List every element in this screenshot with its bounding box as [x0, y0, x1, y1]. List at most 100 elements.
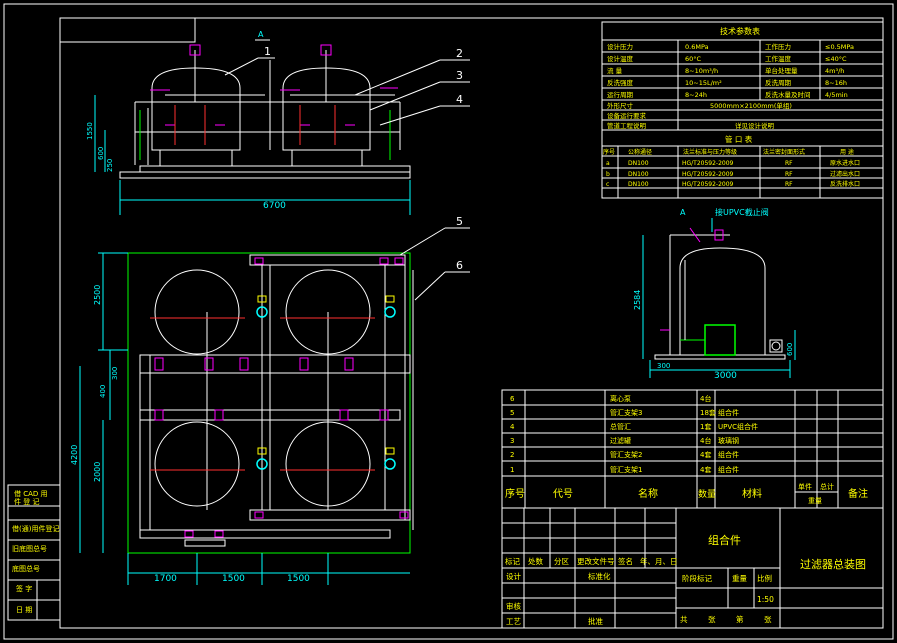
parts-header-name: 名称	[638, 487, 658, 500]
nozzle-header-3: 法兰标准与压力等级	[683, 148, 737, 156]
parts-row-3-no: 3	[510, 437, 514, 445]
front-callouts: 1 2 3 4	[224, 45, 470, 126]
callout-1: 1	[264, 45, 271, 58]
tech-row-8-col-3: 详见设计说明	[735, 121, 775, 130]
tech-row-1-col-4: ≤0.5MPa	[825, 43, 854, 51]
cad-drawing-canvas: 借 CAD 用 件 登 记 借(通)用件登记 旧底图总号 底图总号 签 字 日 …	[3, 3, 894, 640]
tb-weight: 重量	[732, 574, 747, 583]
left-strip-row-4: 签 字	[16, 584, 32, 593]
parts-row-5-qty: 18套	[700, 408, 716, 417]
plan-h5-dim: 2000	[93, 462, 102, 482]
tech-parameter-table: 技术参数表 设计压力 0.6MPa 工作压力 ≤0.5MPa 设计温度 60°C…	[601, 21, 884, 199]
parts-header-total: 总计	[820, 482, 834, 491]
nozzle-row-3-col-3: HG/T20592-2009	[682, 181, 734, 188]
parts-list-table: 6 离心泵 4台 5 管汇支架3 18套 组合件 4 总管汇 1套 UPVC组合…	[501, 389, 884, 509]
nozzle-row-2-col-2: DN100	[628, 171, 649, 178]
front-h3-dim: 250	[106, 159, 114, 172]
title-block-part-name: 组合件	[708, 533, 741, 547]
tb-label-date: 年、月、日	[640, 556, 678, 566]
tech-row-6-col-1: 外形尺寸	[607, 101, 634, 110]
tb-label-signature: 签名	[618, 556, 633, 566]
callout-3: 3	[456, 69, 463, 82]
tb-label-count: 处数	[528, 556, 543, 566]
left-strip-row-2: 旧底图总号	[12, 544, 47, 553]
tech-row-3-col-3: 单台处理量	[765, 66, 798, 75]
parts-row-4-qty: 1套	[700, 422, 711, 431]
section-mark-a-side: A	[680, 208, 686, 217]
nozzle-row-2-col-1: b	[606, 171, 610, 178]
plan-h3-dim: 300	[111, 367, 119, 380]
tech-row-2-col-2: 60°C	[685, 55, 702, 63]
left-strip: 借 CAD 用 件 登 记 借(通)用件登记 旧底图总号 底图总号 签 字 日 …	[7, 484, 61, 621]
parts-row-6-no: 6	[510, 395, 515, 403]
nozzle-row-3-col-1: c	[606, 181, 609, 188]
parts-header-material: 材料	[742, 487, 762, 500]
tech-row-4-col-4: 8~16h	[825, 79, 847, 87]
plan-h1-dim: 2500	[93, 285, 102, 305]
parts-header-no: 序号	[505, 487, 525, 500]
tech-row-4-col-2: 10~15L/m²	[685, 79, 722, 87]
parts-row-6-name: 离心泵	[610, 394, 631, 403]
nozzle-header-2: 公称通径	[628, 148, 652, 156]
nozzle-row-1-col-4: RF	[785, 160, 793, 167]
plan-w2-dim: 1500	[222, 574, 245, 584]
parts-row-4-name: 总管汇	[610, 422, 631, 431]
tb-approve: 批准	[588, 616, 603, 626]
tb-sheet-label: 张	[708, 615, 716, 624]
tb-process: 工艺	[506, 617, 521, 626]
tb-scale-value: 1:50	[757, 595, 774, 604]
tech-row-4-col-1: 反洗强度	[607, 78, 634, 87]
tech-row-1-col-3: 工作压力	[765, 42, 791, 51]
parts-row-5-no: 5	[510, 409, 514, 417]
parts-row-4-mat: UPVC组合件	[718, 422, 758, 431]
tb-label-change-doc: 更改文件号	[577, 556, 615, 566]
tb-design: 设计	[506, 571, 521, 581]
front-elevation-view: 6700 1550 600 250 A	[86, 30, 411, 215]
tech-row-2-col-4: ≤40°C	[825, 55, 847, 63]
tech-row-3-col-1: 流 量	[607, 66, 623, 75]
nozzle-row-2-col-3: HG/T20592-2009	[682, 171, 734, 178]
front-width-dim: 6700	[263, 201, 286, 211]
callout-6: 6	[456, 259, 463, 272]
tech-row-5-col-1: 运行周期	[607, 90, 634, 99]
title-block: 组合件 过滤器总装图 标记 处数 分区 更改文件号 签名 年、月、日 设计 标准…	[501, 507, 884, 629]
tech-row-5-col-3: 反洗水量及时间	[765, 90, 811, 99]
tech-row-4-col-3: 反洗周期	[765, 78, 792, 87]
callout-2: 2	[456, 47, 463, 60]
nozzle-table-title: 管 口 表	[725, 134, 753, 144]
tech-row-8-col-1: 管道工程说明	[607, 121, 647, 130]
tb-stage-mark: 阶段标记	[682, 573, 712, 583]
side-h2-dim: 300	[657, 362, 670, 370]
parts-row-2-no: 2	[510, 451, 514, 459]
parts-row-3-mat: 玻璃钢	[718, 436, 739, 445]
tech-row-2-col-1: 设计温度	[607, 54, 634, 63]
parts-row-6-qty: 4台	[700, 394, 711, 403]
plan-w3-dim: 1500	[287, 574, 310, 584]
tech-row-3-col-2: 8~10m³/h	[685, 67, 718, 75]
tech-row-5-col-2: 8~24h	[685, 91, 707, 99]
tech-row-1-col-2: 0.6MPa	[685, 43, 709, 51]
nozzle-row-3-col-2: DN100	[628, 181, 649, 188]
tb-label-mark: 标记	[505, 556, 520, 566]
parts-row-3-name: 过滤罐	[610, 436, 631, 445]
parts-header-code: 代号	[553, 488, 573, 500]
left-strip-row-5: 日 期	[16, 606, 32, 614]
tech-row-3-col-4: 4m³/h	[825, 67, 844, 75]
top-left-code-box	[59, 17, 196, 43]
tech-row-2-col-3: 工作温度	[765, 54, 792, 63]
side-width-dim: 3000	[714, 371, 737, 381]
nozzle-row-2-col-5: 过滤出水口	[830, 170, 860, 178]
nozzle-row-1-col-2: DN100	[628, 160, 649, 167]
nozzle-row-1-col-5: 原水进水口	[830, 159, 860, 167]
tech-row-7-col-1: 设备运行要求	[607, 111, 647, 120]
front-h2-dim: 600	[97, 147, 105, 160]
parts-row-1-mat: 组合件	[718, 465, 739, 474]
tb-sheet-label-2: 张	[764, 615, 772, 624]
tb-label-zone: 分区	[554, 557, 569, 566]
parts-row-2-qty: 4套	[700, 450, 711, 459]
nozzle-row-3-col-4: RF	[785, 181, 793, 188]
title-block-drawing-title: 过滤器总装图	[800, 557, 866, 571]
plan-h2-dim: 400	[99, 385, 107, 398]
side-h1-dim: 2584	[633, 290, 642, 310]
tech-table-title: 技术参数表	[720, 26, 760, 36]
